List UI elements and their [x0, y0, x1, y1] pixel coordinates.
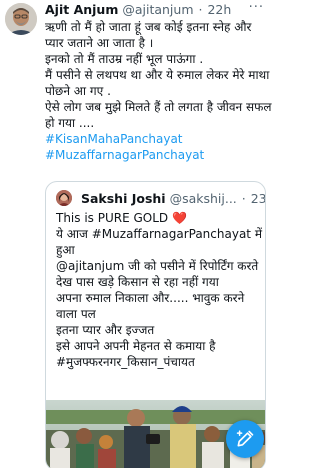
quoted-author-avatar: [56, 190, 72, 206]
tweet-line: इनको तो मैं ताउम्र नहीं भूल पाऊंगा .: [45, 52, 204, 66]
quoted-line: इतना प्यार और इज्जत: [56, 323, 155, 337]
quoted-line: वाला पल: [56, 307, 96, 321]
tweet-line: प्यार जताने आ जाता है ।: [45, 36, 154, 50]
tweet-line: हो गया ....: [45, 116, 95, 130]
quoted-tweet-body: This is PURE GOLD ❤️ ये आज #Muzaffarnaga…: [56, 210, 264, 370]
tweet-line: पोछने आ गए .: [45, 84, 111, 98]
hashtag-link[interactable]: #MuzaffarnagarPanchayat: [45, 147, 267, 163]
tweet-body: ऋणी तो मैं हो जाता हूं जब कोई इतना स्नेह…: [45, 19, 272, 163]
more-options-icon[interactable]: ···: [249, 0, 264, 15]
quoted-line: #मुजफ्फरनगर_किसान_पंचायत: [56, 355, 195, 369]
author-name[interactable]: Ajit Anjum: [45, 2, 118, 17]
author-avatar[interactable]: [5, 3, 37, 35]
quoted-line: हुआ: [56, 243, 75, 257]
compose-tweet-button[interactable]: [226, 420, 264, 458]
compose-icon: [236, 430, 254, 447]
quoted-line: This is PURE GOLD ❤️: [56, 210, 264, 226]
quoted-line: ये आज #MuzaffarnagarPanchayat में: [56, 227, 262, 241]
tweet-line: ऋणी तो मैं हो जाता हूं जब कोई इतना स्नेह…: [45, 20, 252, 34]
quoted-line: देख पास खड़े किसान से रहा नहीं गया: [56, 275, 219, 289]
tweet-line: ऐसे लोग जब मुझे मिलते हैं तो लगता है जीव…: [45, 100, 272, 114]
separator-dot: ·: [198, 2, 203, 17]
quoted-line-text: This is PURE GOLD: [56, 211, 169, 225]
tweet[interactable]: Ajit Anjum @ajitanjum · 22h ··· ऋणी तो म…: [0, 0, 272, 468]
quoted-line: @ajitanjum जी को पसीने में रिपोर्टिंग कर…: [56, 259, 259, 273]
quoted-line: इसे आपने अपनी मेहनत से कमाया है: [56, 339, 216, 353]
quoted-tweet-header: Sakshi Joshi @sakshij... · 23h: [56, 190, 265, 208]
tweet-line: मैं पसीने से लथपथ था और ये रुमाल लेकर मे…: [45, 68, 270, 82]
quoted-line: अपना रुमाल निकाला और..... भावुक करने: [56, 291, 245, 305]
quoted-author-name[interactable]: Sakshi Joshi: [81, 191, 166, 206]
hashtag-link[interactable]: #KisanMahaPanchayat: [45, 131, 267, 147]
heart-emoji: ❤️: [172, 211, 187, 225]
tweet-time[interactable]: 22h: [207, 2, 231, 17]
tweet-header: Ajit Anjum @ajitanjum · 22h: [45, 2, 266, 18]
quoted-author-handle[interactable]: @sakshij...: [170, 191, 237, 206]
separator-dot: ·: [241, 191, 246, 206]
quoted-tweet-time[interactable]: 23h: [251, 191, 265, 206]
author-handle[interactable]: @ajitanjum: [122, 2, 193, 17]
